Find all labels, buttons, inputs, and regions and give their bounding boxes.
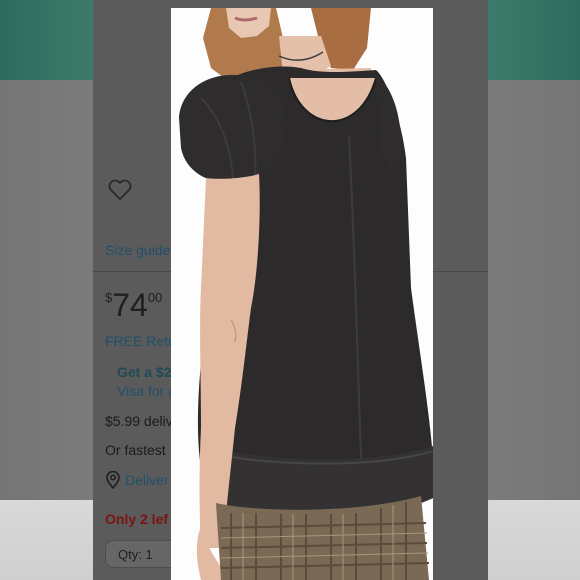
promo-offer-title[interactable]: Get a $2 xyxy=(117,364,171,380)
product-photo xyxy=(171,8,433,580)
delivery-price: $5.99 deliv xyxy=(105,413,173,429)
price-cents: 00 xyxy=(147,290,163,305)
price: $7400 xyxy=(105,287,162,324)
stock-status: Only 2 lef xyxy=(105,511,169,527)
location-pin-icon xyxy=(106,471,120,489)
size-guide-link[interactable]: Size guide xyxy=(105,242,170,258)
promo-offer-subtitle[interactable]: Visa for a xyxy=(117,383,176,399)
quantity-label: Qty: 1 xyxy=(118,547,153,562)
price-whole: 74 xyxy=(112,287,148,323)
model-wearing-top xyxy=(179,8,433,580)
deliver-to-link[interactable]: Deliver xyxy=(125,472,169,488)
heart-icon[interactable] xyxy=(107,178,133,202)
free-returns-link[interactable]: FREE Retur xyxy=(105,333,180,349)
price-symbol: $ xyxy=(105,290,113,305)
fastest-delivery: Or fastest xyxy=(105,442,166,458)
